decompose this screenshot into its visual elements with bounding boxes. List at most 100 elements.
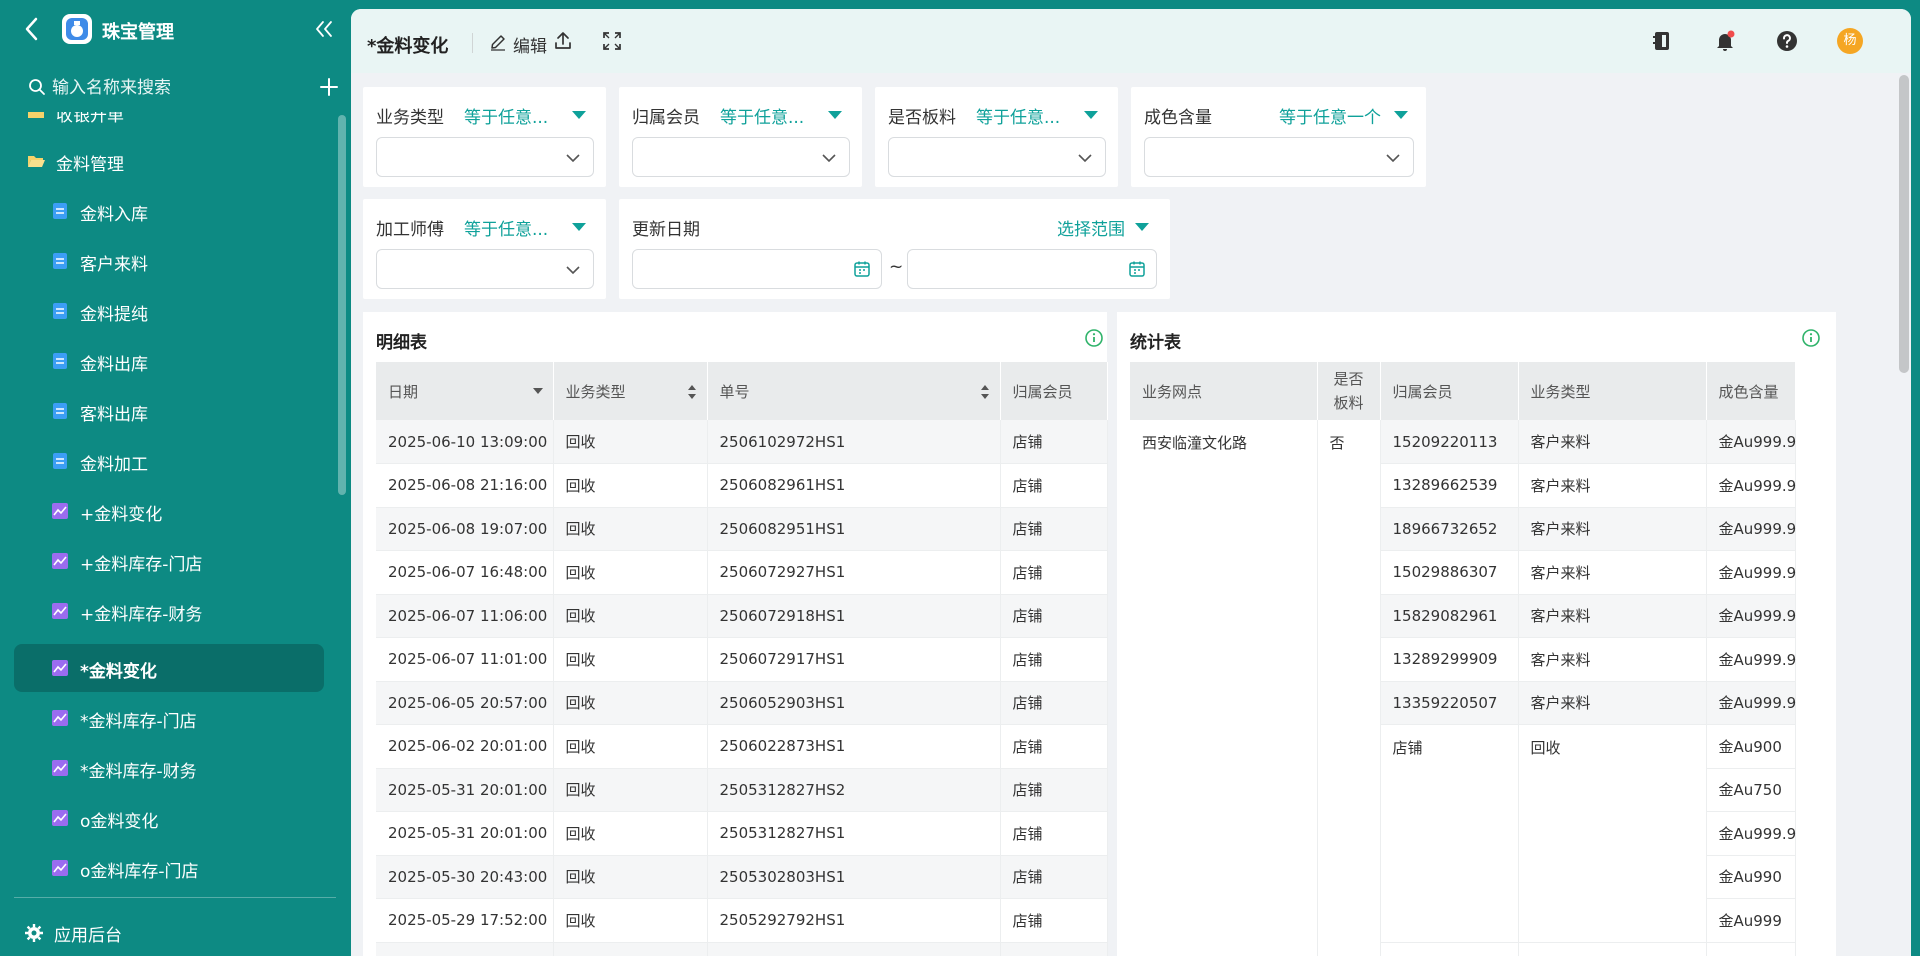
sidebar-item-gold-refine[interactable]: 金料提纯 [14,287,324,335]
caret-down-icon[interactable] [572,223,586,231]
filter-operator[interactable]: 等于任意... [720,103,804,128]
sidebar-item-o-gold-change[interactable]: o金料变化 [14,794,324,842]
caret-down-icon[interactable] [1135,223,1149,231]
back-icon[interactable] [22,14,42,44]
filter-select-purity[interactable] [1144,137,1414,177]
chart-icon [52,660,68,676]
column-header-label: 业务类型 [565,382,626,401]
app-admin-button[interactable]: 应用后台 [24,918,122,948]
column-header-is-board[interactable]: 是否板料 [1317,362,1381,420]
sidebar-item-cashier[interactable]: 收银开单 [14,112,324,136]
search-input[interactable] [52,74,272,102]
collapse-sidebar-icon[interactable] [314,18,334,40]
bell-icon[interactable] [1713,29,1737,53]
column-header-date[interactable]: 日期 [376,362,554,420]
cell-purity: 金Au999.9 [1706,550,1796,595]
sidebar-item-label: +金料变化 [80,505,163,525]
filter-select-is-board[interactable] [888,137,1106,177]
sidebar-scrollbar[interactable] [338,115,346,495]
table-row[interactable]: 2025-06-08 21:16:00 回收 2506082961HS1 店铺 [376,463,1108,508]
table-row[interactable]: 2025-05-30 20:43:00 回收 2505302803HS1 店铺 [376,855,1108,899]
cell-business-type: 客户来料 [1518,507,1707,551]
filter-select-craftsman[interactable] [376,249,594,289]
date-range-separator: ~ [889,257,904,277]
sidebar-item-customer-material-out[interactable]: 客料出库 [14,387,324,435]
column-header-member[interactable]: 归属会员 [1000,362,1108,420]
sidebar-item-label: 金料管理 [56,155,124,175]
table-row[interactable] [376,942,1108,956]
filter-select-member[interactable] [632,137,850,177]
info-icon[interactable] [1084,328,1104,348]
sidebar-item-plus-gold-change[interactable]: +金料变化 [14,487,324,535]
sort-icon[interactable] [687,384,697,400]
sidebar-item-gold-mgmt[interactable]: 金料管理 [14,137,324,185]
help-icon[interactable] [1775,29,1799,53]
sort-icon[interactable] [980,384,990,400]
date-end-input[interactable] [907,249,1157,289]
sidebar-item-label: o金料库存-门店 [80,862,199,882]
table-row[interactable]: 2025-06-07 11:01:00 回收 2506072917HS1 店铺 [376,637,1108,682]
edit-label: 编辑 [513,37,547,57]
cell-business-type: 回收 [553,507,708,551]
table-row[interactable]: 2025-06-07 11:06:00 回收 2506072918HS1 店铺 [376,594,1108,638]
filter-operator[interactable]: 选择范围 [1057,215,1125,240]
table-row[interactable]: 2025-06-07 16:48:00 回收 2506072927HS1 店铺 [376,550,1108,595]
column-header-business-type[interactable]: 业务类型 [553,362,708,420]
sidebar-item-gold-processing[interactable]: 金料加工 [14,437,324,485]
column-header-purity[interactable]: 成色含量 [1706,362,1796,420]
info-icon[interactable] [1801,328,1821,348]
filter-label: 加工师傅 [376,220,444,240]
cell-member: 18966732652 [1380,507,1519,551]
table-row[interactable]: 2025-05-29 17:52:00 回收 2505292792HS1 店铺 [376,898,1108,943]
sidebar-item-plus-stock-finance[interactable]: +金料库存-财务 [14,587,324,635]
filter-operator[interactable]: 等于任意... [464,215,548,240]
sidebar-item-star-stock-finance[interactable]: *金料库存-财务 [14,744,324,792]
date-start-input[interactable] [632,249,882,289]
cell-purity: 金Au990 [1706,855,1796,899]
sidebar-item-star-gold-change[interactable]: *金料变化 [14,644,324,692]
user-avatar[interactable]: 杨 [1837,28,1863,54]
share-icon[interactable] [551,29,575,53]
table-row[interactable]: 西安临潼文化路 否 15209220113 客户来料 金Au999.9 [1130,420,1796,956]
calendar-icon [854,261,870,277]
sidebar-item-gold-out[interactable]: 金料出库 [14,337,324,385]
table-row[interactable]: 2025-06-08 19:07:00 回收 2506082951HS1 店铺 [376,507,1108,551]
table-row[interactable]: 2025-06-05 20:57:00 回收 2506052903HS1 店铺 [376,681,1108,725]
table-row[interactable]: 2025-06-02 20:01:00 回收 2506022873HS1 店铺 [376,724,1108,769]
filter-is-board: 是否板料 等于任意... [875,87,1118,187]
sidebar-item-o-stock-store[interactable]: o金料库存-门店 [14,844,324,892]
sidebar-item-label: 客户来料 [80,255,148,275]
caret-down-icon[interactable] [1394,111,1408,119]
table-row[interactable]: 2025-05-31 20:01:00 回收 2505312827HS2 店铺 [376,768,1108,812]
caret-down-icon[interactable] [572,111,586,119]
sidebar-item-customer-material[interactable]: 客户来料 [14,237,324,285]
column-header-order-no[interactable]: 单号 [707,362,1001,420]
chevron-down-icon [566,154,580,163]
sidebar-item-gold-in[interactable]: 金料入库 [14,187,324,235]
filter-operator[interactable]: 等于任意... [976,103,1060,128]
column-header-outlet[interactable]: 业务网点 [1130,362,1318,420]
filter-operator[interactable]: 等于任意... [464,103,548,128]
sidebar-item-plus-stock-store[interactable]: +金料库存-门店 [14,537,324,585]
cell-order-no: 2506072917HS1 [707,637,1001,682]
cell-order-no [707,942,1001,956]
cell-member: 店铺 [1000,811,1108,856]
table-row[interactable]: 2025-06-10 13:09:00 回收 2506102972HS1 店铺 [376,420,1108,464]
notebook-icon[interactable] [1650,29,1674,53]
table-row[interactable]: 2025-05-31 20:01:00 回收 2505312827HS1 店铺 [376,811,1108,856]
filter-select-business-type[interactable] [376,137,594,177]
column-header-business-type[interactable]: 业务类型 [1518,362,1707,420]
fullscreen-icon[interactable] [600,29,624,53]
main-scrollbar[interactable] [1899,75,1909,373]
document-icon [53,353,67,369]
sidebar-item-star-stock-store[interactable]: *金料库存-门店 [14,694,324,742]
caret-down-icon[interactable] [1084,111,1098,119]
sort-desc-icon[interactable] [532,388,543,394]
column-header-member[interactable]: 归属会员 [1380,362,1519,420]
caret-down-icon[interactable] [828,111,842,119]
cell-purity: 金Au999 [1706,898,1796,943]
add-icon[interactable] [318,76,340,98]
filter-operator[interactable]: 等于任意一个 [1279,103,1381,128]
cell-date: 2025-06-10 13:09:00 [376,420,554,464]
sidebar-item-label: 金料出库 [80,355,148,375]
